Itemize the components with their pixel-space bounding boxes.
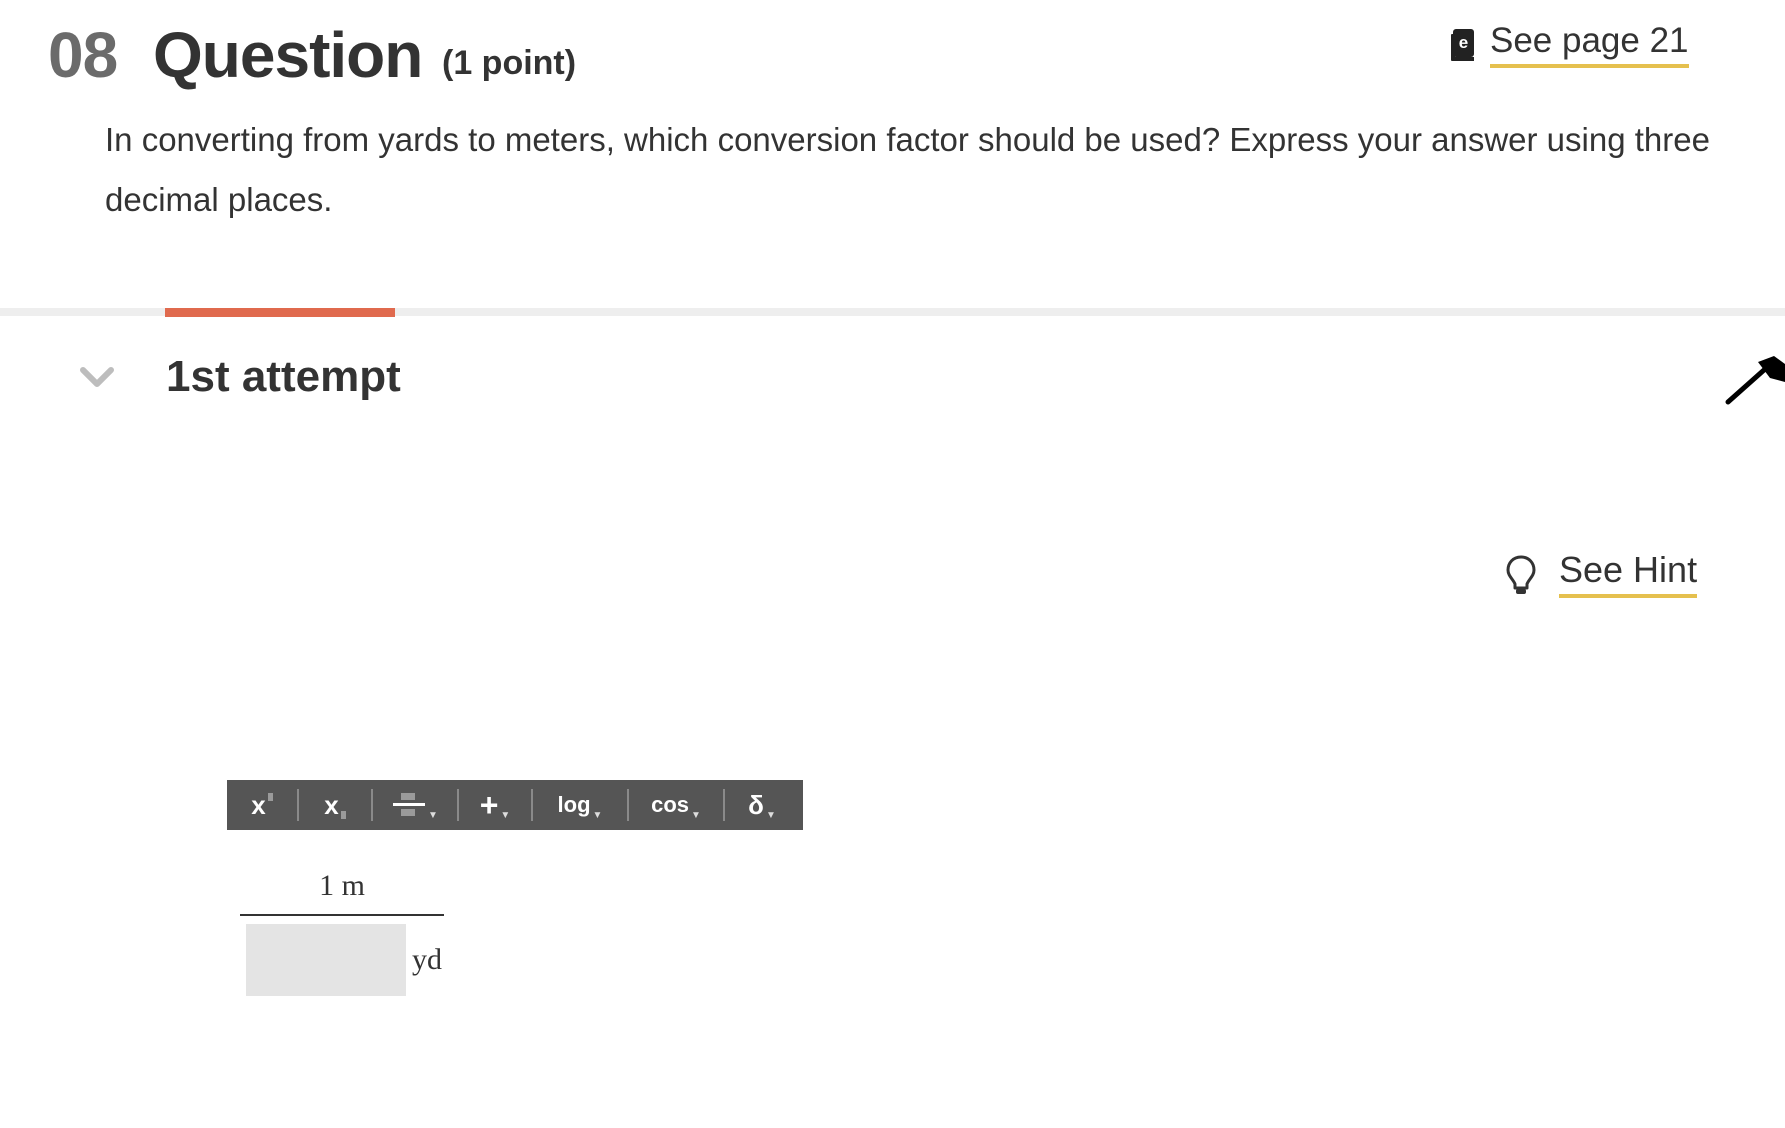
see-page-link[interactable]: e See page 21 <box>1450 20 1689 72</box>
fraction-numerator: 1 m <box>240 866 444 916</box>
operators-label: + <box>479 786 499 823</box>
subscript-button[interactable]: x <box>299 780 371 830</box>
delta-label: δ <box>748 789 764 820</box>
svg-text:e: e <box>1459 33 1468 52</box>
operators-button[interactable]: + ▼ <box>459 780 531 830</box>
math-toolbar: x x ▼ + ▼ log ▼ cos ▼ δ ▼ <box>227 780 803 830</box>
log-label: log <box>557 792 591 817</box>
fraction-denominator: yd <box>240 924 444 996</box>
superscript-label: x <box>251 789 266 820</box>
fraction-icon <box>393 793 426 816</box>
caret-down-icon: ▼ <box>428 809 438 821</box>
caret-down-icon: ▼ <box>691 809 701 821</box>
lightbulb-icon <box>1506 555 1536 594</box>
cursor-arrow-icon <box>1725 356 1785 405</box>
subscript-marker-icon <box>340 811 346 819</box>
caret-down-icon: ▼ <box>765 809 776 821</box>
caret-down-icon: ▼ <box>500 809 511 821</box>
fraction-button[interactable]: ▼ <box>373 780 457 830</box>
superscript-button[interactable]: x <box>227 780 297 830</box>
denominator-unit: yd <box>412 943 442 976</box>
question-title: Question <box>153 19 423 91</box>
ebook-icon: e <box>1451 29 1474 61</box>
question-prompt: In converting from yards to meters, whic… <box>105 121 1710 218</box>
greek-letters-button[interactable]: δ ▼ <box>725 780 799 830</box>
active-attempt-indicator <box>165 308 395 317</box>
cos-label: cos <box>651 792 689 817</box>
attempt-title: 1st attempt <box>166 352 401 401</box>
question-points: (1 point) <box>442 44 577 82</box>
answer-input[interactable] <box>246 924 406 996</box>
see-hint-button[interactable]: See Hint <box>1505 548 1698 598</box>
question-number: 08 <box>48 19 118 91</box>
chevron-down-icon[interactable] <box>80 366 114 390</box>
subscript-label: x <box>324 789 339 820</box>
caret-down-icon: ▼ <box>592 809 603 821</box>
trig-button[interactable]: cos ▼ <box>629 780 723 830</box>
conversion-fraction: 1 m yd <box>240 866 444 996</box>
log-button[interactable]: log ▼ <box>533 780 627 830</box>
see-hint-label: See Hint <box>1559 548 1698 598</box>
see-page-label: See page 21 <box>1490 20 1689 68</box>
superscript-marker-icon <box>267 793 273 801</box>
